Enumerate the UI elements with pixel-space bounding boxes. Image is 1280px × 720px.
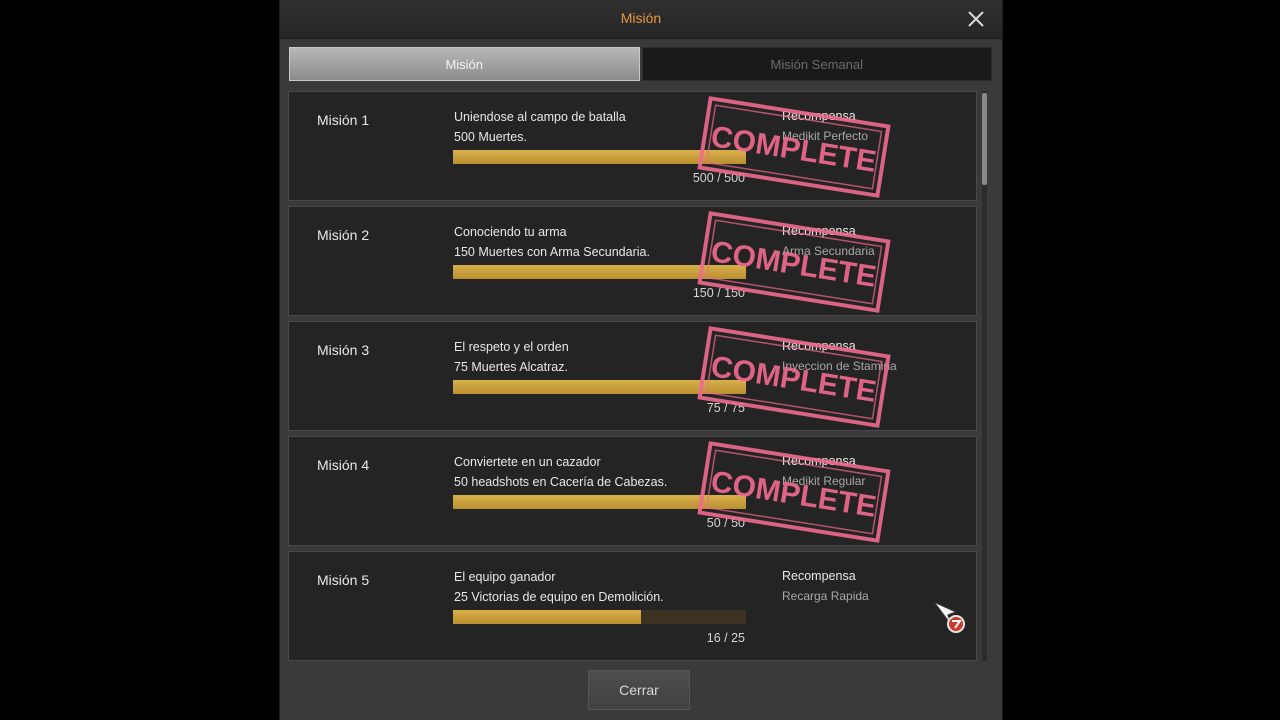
reward-heading: Recompensa xyxy=(782,569,856,583)
mission-label: Misión 4 xyxy=(317,457,370,473)
mission-row[interactable]: Misión 5 El equipo ganador 25 Victorias de… xyxy=(288,551,977,661)
titlebar: Misión xyxy=(280,0,1002,39)
mission-row[interactable]: Misión 3 El respeto y el orden 75 Muertes … xyxy=(288,321,977,431)
mission-description: 150 Muertes con Arma Secundaria. xyxy=(454,245,650,259)
tab-bar: Misión Misión Semanal xyxy=(289,47,992,81)
mission-description: 500 Muertes. xyxy=(454,130,527,144)
reward-item: Recarga Rapida xyxy=(782,589,869,603)
mission-dialog: Misión Misión Misión Semanal Misión 1 Uni… xyxy=(280,0,1002,720)
mission-name: Conociendo tu arma xyxy=(454,225,567,239)
progress-bar xyxy=(453,610,746,624)
mission-label: Misión 2 xyxy=(317,227,370,243)
tab-mision[interactable]: Misión xyxy=(289,47,640,81)
tab-mision-semanal[interactable]: Misión Semanal xyxy=(641,47,992,81)
complete-stamp-text: COMPLETE xyxy=(709,350,879,409)
mission-row[interactable]: Misión 4 Conviertete en un cazador 50 head… xyxy=(288,436,977,546)
mission-description: 25 Victorias de equipo en Demolición. xyxy=(454,590,664,604)
complete-stamp-text: COMPLETE xyxy=(709,465,879,524)
complete-stamp-text: COMPLETE xyxy=(709,120,879,179)
dialog-footer: Cerrar xyxy=(280,662,1002,720)
mission-label: Misión 5 xyxy=(317,572,370,588)
mission-row[interactable]: Misión 1 Uniendose al campo de batalla 500… xyxy=(288,91,977,201)
complete-stamp-text: COMPLETE xyxy=(709,235,879,294)
mission-description: 50 headshots en Cacería de Cabezas. xyxy=(454,475,668,489)
mission-name: El equipo ganador xyxy=(454,570,556,584)
progress-count: 16 / 25 xyxy=(706,631,745,645)
pointer-cursor-icon xyxy=(932,598,972,638)
progress-bar-fill xyxy=(453,610,641,624)
mission-list: Misión 1 Uniendose al campo de batalla 500… xyxy=(288,91,987,661)
mission-label: Misión 3 xyxy=(317,342,370,358)
mission-description: 75 Muertes Alcatraz. xyxy=(454,360,568,374)
scrollbar[interactable] xyxy=(982,91,987,661)
mission-row[interactable]: Misión 2 Conociendo tu arma 150 Muertes co… xyxy=(288,206,977,316)
mission-label: Misión 1 xyxy=(317,112,370,128)
close-button[interactable]: Cerrar xyxy=(588,670,690,710)
mission-name: El respeto y el orden xyxy=(454,340,569,354)
scrollbar-thumb[interactable] xyxy=(982,93,987,185)
mission-name: Uniendose al campo de batalla xyxy=(454,110,626,124)
dialog-title: Misión xyxy=(620,10,662,26)
close-icon[interactable] xyxy=(964,7,988,31)
mission-name: Conviertete en un cazador xyxy=(454,455,601,469)
